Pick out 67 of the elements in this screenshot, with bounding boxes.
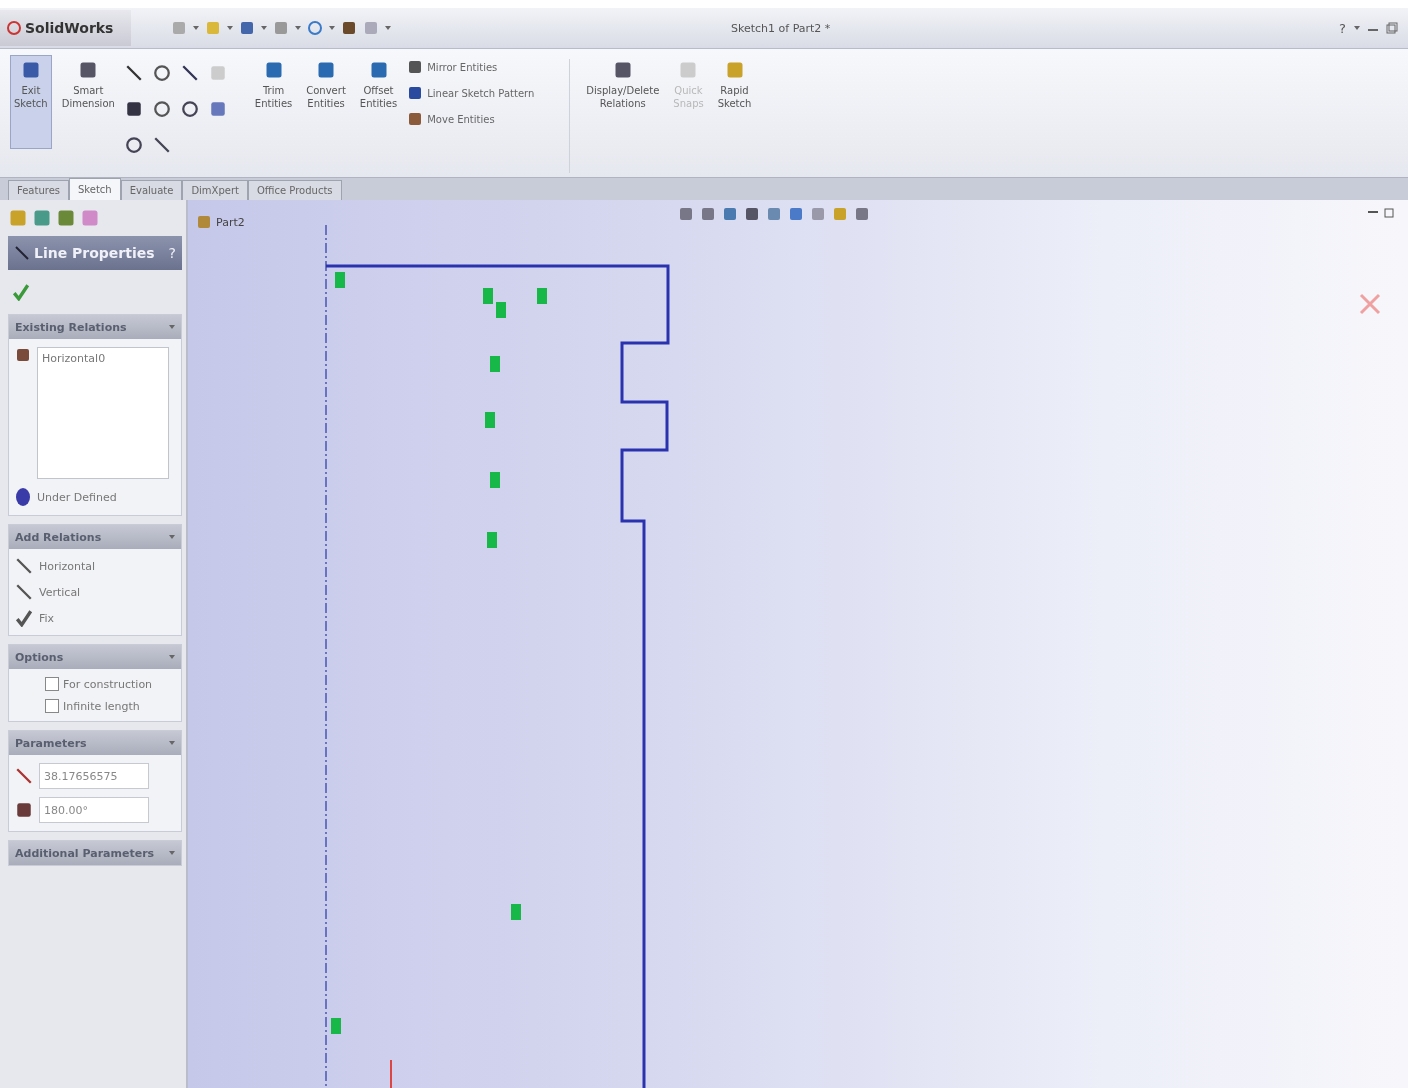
relation-button[interactable]: Vertical [15, 583, 175, 601]
section-title: Add Relations [15, 530, 103, 544]
checkbox[interactable] [45, 677, 59, 691]
section-header[interactable]: Parameters [9, 731, 181, 755]
window-title: Sketch1 of Part2 * [731, 21, 832, 35]
relations-list[interactable]: Horizontal0 [37, 347, 169, 479]
ribbon-button[interactable]: Offset Entities [355, 55, 402, 149]
angle-field[interactable]: 180.00° [39, 797, 149, 823]
ribbon-button[interactable]: Rapid Sketch [713, 55, 756, 149]
app-logo: SolidWorks [25, 20, 114, 36]
circle-icon [152, 64, 171, 82]
ribbon-button[interactable]: Smart Dimension [57, 55, 119, 149]
caret-icon[interactable] [169, 740, 175, 746]
tab[interactable]: Evaluate [120, 180, 183, 200]
checkbox[interactable] [45, 699, 59, 713]
help-button[interactable]: ? [168, 245, 176, 261]
option-label: For construction [63, 677, 153, 691]
caret-icon[interactable] [169, 534, 175, 540]
section-title: Parameters [15, 736, 88, 750]
caret-icon[interactable] [1354, 25, 1360, 31]
tab[interactable]: Features [8, 180, 69, 200]
option-label: Infinite length [63, 699, 140, 713]
line-icon [14, 245, 30, 261]
relation-button[interactable]: Fix [15, 609, 175, 627]
origin-mark [390, 1059, 392, 1088]
ribbon-button[interactable]: Convert Entities [302, 55, 350, 149]
tree-item[interactable]: Part2 [216, 215, 245, 229]
section-title: Options [15, 650, 65, 664]
checkbox-option[interactable]: For construction [45, 677, 175, 691]
section-header[interactable]: Options [9, 645, 181, 669]
help-button[interactable]: ? [1339, 20, 1346, 36]
status-text: Under Defined [37, 490, 117, 504]
checkbox-option[interactable]: Infinite length [45, 699, 175, 713]
caret-icon[interactable] [169, 324, 175, 330]
relation-item[interactable]: Horizontal0 [42, 352, 106, 365]
restore-icon[interactable] [1386, 22, 1398, 34]
section-header[interactable]: Existing Relations [9, 315, 181, 339]
ribbon-button[interactable]: Move Entities [407, 111, 558, 127]
ribbon-button[interactable]: Display/Delete Relations [582, 55, 664, 149]
restore-icon[interactable] [1384, 206, 1396, 218]
relation-button[interactable]: Horizontal [15, 557, 175, 575]
ok-button[interactable] [12, 283, 30, 301]
tab[interactable]: DimXpert [182, 180, 248, 200]
ribbon-button[interactable]: Trim Entities [250, 55, 297, 149]
caret-icon[interactable] [169, 654, 175, 660]
tab[interactable]: Office Products [248, 180, 342, 200]
ribbon-button[interactable]: Mirror Entities [407, 59, 558, 75]
ribbon-button[interactable]: Exit Sketch [10, 55, 52, 149]
tab[interactable]: Sketch [69, 178, 121, 200]
centerline[interactable] [325, 224, 327, 1088]
line-icon [124, 64, 143, 82]
section-title: Additional Parameters [15, 846, 156, 860]
caret-icon[interactable] [329, 25, 335, 31]
section-header[interactable]: Add Relations [9, 525, 181, 549]
caret-icon[interactable] [193, 25, 199, 31]
close-icon[interactable] [1358, 292, 1382, 316]
section-header[interactable]: Additional Parameters [9, 841, 181, 865]
caret-icon[interactable] [169, 850, 175, 856]
logo-icon [6, 20, 22, 36]
caret-icon[interactable] [227, 25, 233, 31]
caret-icon[interactable] [295, 25, 301, 31]
caret-icon[interactable] [261, 25, 267, 31]
caret-icon[interactable] [385, 25, 391, 31]
length-field[interactable]: 38.17656575 [39, 763, 149, 789]
section-title: Existing Relations [15, 320, 128, 334]
ribbon-button[interactable]: Linear Sketch Pattern [407, 85, 558, 101]
panel-title: Line Properties [34, 245, 156, 261]
